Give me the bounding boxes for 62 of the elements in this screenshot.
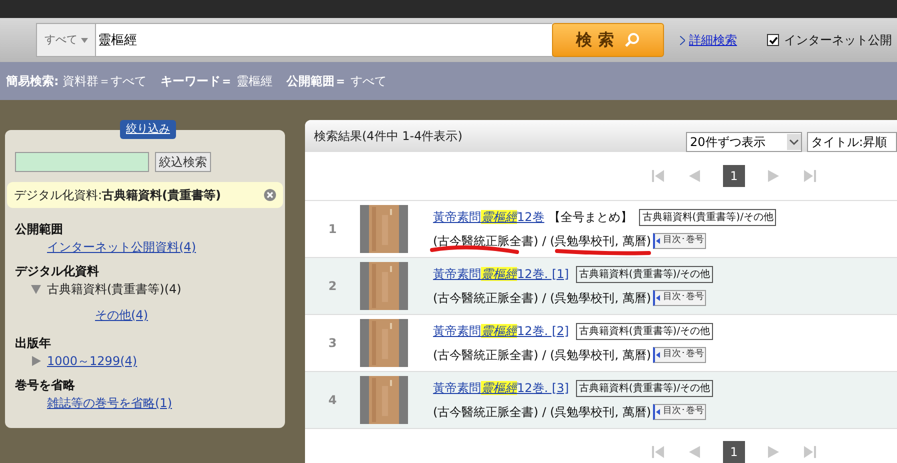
arrow-icon (656, 352, 662, 358)
scope-dropdown[interactable]: すべて (36, 23, 96, 57)
search-button[interactable]: 検 索 (552, 23, 664, 57)
filter-link[interactable]: 1000～1299(4) (47, 352, 138, 370)
row-number: 2 (327, 278, 338, 295)
first-page-icon[interactable] (651, 169, 665, 183)
series-text: (古今醫統正脈全書) / (呉勉學校刊, 萬曆) (433, 404, 652, 421)
row-number: 3 (327, 335, 338, 352)
search-condition: 公開範囲＝ すべて (286, 73, 386, 90)
expander-icon[interactable] (31, 356, 41, 366)
row-number: 4 (327, 392, 338, 409)
advanced-search-link[interactable]: 詳細検索 (689, 31, 737, 49)
category-tag: 古典籍資料(貴重書等)/その他 (576, 380, 714, 396)
results-count: 検索結果(4件中 1-4件表示) (314, 128, 462, 145)
filter-tab[interactable]: 絞り込み (120, 120, 176, 138)
filter-link[interactable]: インターネット公開資料(4) (47, 238, 196, 256)
volume-note: 【全号まとめ】 (548, 209, 632, 226)
filter-label: 古典籍資料(貴重書等)(4) (47, 281, 182, 298)
filter-link[interactable]: 雑誌等の巻号を省略(1) (47, 394, 172, 412)
page-button[interactable]: 1 (723, 165, 745, 187)
filter-group-title: 出版年 (15, 335, 52, 352)
active-filter-text: デジタル化資料:古典籍資料(貴重書等) (14, 187, 222, 204)
filter-field[interactable] (15, 152, 149, 172)
category-tag: 古典籍資料(貴重書等)/その他 (576, 266, 714, 282)
arrow-icon (656, 409, 662, 415)
checkbox[interactable] (767, 34, 779, 46)
sort-dropdown[interactable]: タイトル:昇順 (807, 132, 897, 152)
expander-icon[interactable] (31, 284, 41, 294)
next-page-icon[interactable] (767, 445, 781, 459)
search-field[interactable]: 靈樞經 (96, 23, 552, 57)
last-page-icon[interactable] (803, 169, 817, 183)
toc-button[interactable]: 目次･巻号 (653, 404, 706, 420)
chevron-icon (680, 36, 685, 44)
search-condition: 簡易検索: 資料群＝すべて (6, 73, 147, 90)
row-number: 1 (327, 221, 338, 238)
toc-button[interactable]: 目次･巻号 (653, 233, 706, 249)
arrow-icon (656, 295, 662, 301)
category-tag: 古典籍資料(貴重書等)/その他 (639, 208, 776, 226)
filter-link[interactable]: その他(4) (95, 306, 148, 324)
checkbox-label: インターネット公開 (784, 32, 892, 49)
series-text: (古今醫統正脈全書) / (呉勉學校刊, 萬曆) (433, 290, 652, 307)
dropdown-arrow-icon (80, 38, 88, 42)
filter-group-title: 巻号を省略 (15, 377, 76, 394)
filter-group-title: デジタル化資料 (15, 263, 100, 280)
series-text: (古今醫統正脈全書) / (呉勉學校刊, 萬曆) (433, 347, 652, 364)
toc-button[interactable]: 目次･巻号 (653, 347, 706, 363)
toc-button[interactable]: 目次･巻号 (653, 290, 706, 306)
remove-filter-icon[interactable] (264, 189, 276, 201)
per-page-dropdown[interactable]: 20件ずつ表示 (686, 132, 802, 152)
filter-search-button[interactable]: 絞込検索 (155, 152, 211, 172)
search-icon (624, 32, 640, 48)
arrow-icon (656, 238, 662, 244)
search-condition: キーワード＝ 靈樞經 (160, 73, 272, 90)
previous-page-icon[interactable] (687, 445, 701, 459)
filter-group-title: 公開範囲 (15, 221, 64, 238)
last-page-icon[interactable] (803, 445, 817, 459)
check-icon (768, 36, 778, 44)
category-tag: 古典籍資料(貴重書等)/その他 (576, 322, 714, 340)
first-page-icon[interactable] (651, 445, 665, 459)
next-page-icon[interactable] (767, 169, 781, 183)
page-button[interactable]: 1 (723, 441, 745, 463)
previous-page-icon[interactable] (687, 169, 701, 183)
